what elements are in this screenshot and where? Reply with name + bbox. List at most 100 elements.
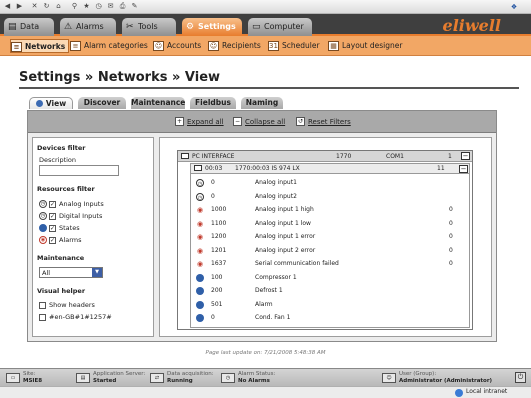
resource-id: 0: [211, 179, 215, 186]
resources-filter-heading: Resources filter: [37, 185, 95, 193]
interface-row[interactable]: PC INTERFACE 1770 COM1 1 −: [178, 151, 472, 162]
network-icon: ≡: [11, 42, 22, 52]
status-user: ☺ User (Group): Administrator (Administrat…: [382, 371, 492, 385]
forward-icon[interactable]: ▶: [15, 2, 24, 11]
sub-nav-networks[interactable]: ≡ Networks: [10, 39, 70, 53]
alarms-checkbox[interactable]: ✓: [49, 236, 56, 244]
description-input[interactable]: [39, 165, 119, 176]
category-icon: ≡: [70, 41, 81, 51]
sub-nav-bar: ≡ Networks ≡ Alarm categories ☺ Accounts ☺ R…: [0, 36, 531, 56]
sub-nav-accounts[interactable]: ☺ Accounts: [153, 39, 201, 53]
resource-row[interactable]: ◉ 1637 Serial communication failed 0: [191, 258, 470, 270]
device-row[interactable]: 00:03 1770:00:03 IS 974 LX 11 −: [190, 163, 470, 174]
visual-helper-heading: Visual helper: [37, 287, 86, 295]
resource-name: Analog input 1 high: [255, 206, 314, 213]
filter-analog-inputs: ◷ ✓ Analog Inputs: [39, 200, 104, 208]
resource-value: 0: [449, 206, 453, 213]
resource-row[interactable]: ◷ 0 Analog input1: [191, 177, 470, 189]
favorites-icon[interactable]: ★: [82, 2, 91, 11]
resource-row[interactable]: ◉ 1200 Analog input 1 error 0: [191, 231, 470, 243]
edit-icon[interactable]: ✎: [130, 2, 139, 11]
reset-icon: ↺: [296, 117, 305, 126]
action-bar: + Expand all − Collapse all ↺ Reset Filters: [28, 111, 496, 133]
tab-maintenance[interactable]: Maintenance: [131, 97, 185, 109]
clock-icon: ◷: [39, 212, 47, 220]
tab-view[interactable]: View: [29, 97, 73, 109]
collapse-interface-button[interactable]: −: [461, 152, 470, 160]
alarm-icon: ◉: [196, 219, 204, 228]
resource-row[interactable]: ◷ 0 Analog input2: [191, 191, 470, 203]
resource-row[interactable]: 0 Cond. Fan 1: [191, 312, 470, 324]
power-icon[interactable]: ⏻: [515, 372, 526, 383]
last-update-text: Page last update on: 7/21/2008 5:48:38 A…: [205, 350, 326, 356]
site-icon: ▭: [6, 373, 20, 383]
tab-settings[interactable]: ⚙ Settings: [182, 18, 242, 36]
tab-tools[interactable]: ✂ Tools: [122, 18, 176, 36]
brand-logo: eliwell: [442, 16, 501, 35]
network-tree: PC INTERFACE 1770 COM1 1 − 00:03 1770:00…: [177, 150, 473, 330]
state-icon: [196, 273, 204, 282]
resource-id: 100: [211, 273, 223, 281]
clock-icon: ◷: [39, 200, 47, 208]
tab-computer[interactable]: ▭ Computer: [248, 18, 312, 36]
tab-data[interactable]: ▤ Data: [4, 18, 54, 36]
sub-nav-recipients[interactable]: ☺ Recipients: [208, 39, 261, 53]
resource-row[interactable]: 100 Compressor 1: [191, 272, 470, 284]
print-icon[interactable]: ⎙: [118, 2, 127, 11]
devices-filter-heading: Devices filter: [37, 144, 86, 152]
sub-nav-layout-designer[interactable]: ▦ Layout designer: [328, 39, 402, 53]
expand-icon: +: [175, 117, 184, 126]
status-alarm: ◷ Alarm Status: No Alarms: [221, 371, 275, 385]
resource-id: 1637: [211, 260, 227, 267]
tab-naming[interactable]: Naming: [241, 97, 283, 109]
maintenance-select[interactable]: All ▼: [39, 267, 103, 278]
expand-all-link[interactable]: + Expand all: [175, 116, 224, 128]
sub-nav-scheduler[interactable]: 31 Scheduler: [268, 39, 320, 53]
tools-icon: ✂: [126, 22, 134, 32]
alarm-icon: ◉: [196, 260, 204, 268]
analog-inputs-checkbox[interactable]: ✓: [49, 200, 56, 208]
state-icon: [39, 224, 47, 232]
alarm-icon: ◉: [196, 246, 204, 255]
resource-row[interactable]: ◉ 1000 Analog input 1 high 0: [191, 204, 470, 216]
intranet-icon: [455, 389, 463, 397]
computer-icon: ▭: [252, 22, 261, 32]
search-icon[interactable]: ⚲: [70, 2, 79, 11]
state-icon: [196, 314, 204, 322]
resource-id: 501: [211, 300, 223, 308]
resource-id: 1000: [211, 206, 227, 213]
interface-icon: [181, 153, 189, 159]
resource-id: 0: [211, 192, 215, 200]
filter-alarms: ◉ ✓ Alarms: [39, 236, 82, 244]
stop-icon[interactable]: ✕: [30, 2, 39, 11]
digital-inputs-checkbox[interactable]: ✓: [49, 212, 56, 220]
browser-status-bar: Local intranet: [0, 386, 531, 398]
resource-id: 1100: [211, 219, 227, 227]
resource-row[interactable]: 501 Alarm: [191, 299, 470, 311]
collapse-device-button[interactable]: −: [459, 165, 468, 173]
resource-row[interactable]: ◉ 1100 Analog input 1 low 0: [191, 218, 470, 230]
clock-icon: ◷: [196, 179, 204, 187]
resource-id: 200: [211, 287, 223, 294]
tab-alarms[interactable]: ⚠ Alarms: [60, 18, 116, 36]
tab-fieldbus[interactable]: Fieldbus: [190, 97, 236, 109]
resource-id: 0: [211, 314, 215, 321]
mail-icon[interactable]: ✉: [106, 2, 115, 11]
filter-panel: Devices filter Description Resources fil…: [32, 137, 154, 337]
color-code-checkbox[interactable]: [39, 313, 46, 321]
page-title: Settings » Networks » View: [19, 70, 221, 85]
reset-filters-link[interactable]: ↺ Reset Filters: [296, 116, 351, 128]
states-checkbox[interactable]: ✓: [49, 224, 56, 232]
show-headers-checkbox[interactable]: [39, 301, 46, 309]
resource-name: Analog input1: [255, 179, 297, 186]
history-icon[interactable]: ◷: [94, 2, 103, 11]
back-icon[interactable]: ◀: [3, 2, 12, 11]
resource-row[interactable]: ◉ 1201 Analog input 2 error 0: [191, 245, 470, 257]
tab-discover[interactable]: Discover: [78, 97, 126, 109]
resource-name: Alarm: [255, 300, 273, 308]
refresh-icon[interactable]: ↻: [42, 2, 51, 11]
home-icon[interactable]: ⌂: [54, 2, 63, 11]
collapse-all-link[interactable]: − Collapse all: [233, 116, 285, 128]
resource-row[interactable]: 200 Defrost 1: [191, 285, 470, 297]
sub-nav-alarm-categories[interactable]: ≡ Alarm categories: [70, 39, 148, 53]
